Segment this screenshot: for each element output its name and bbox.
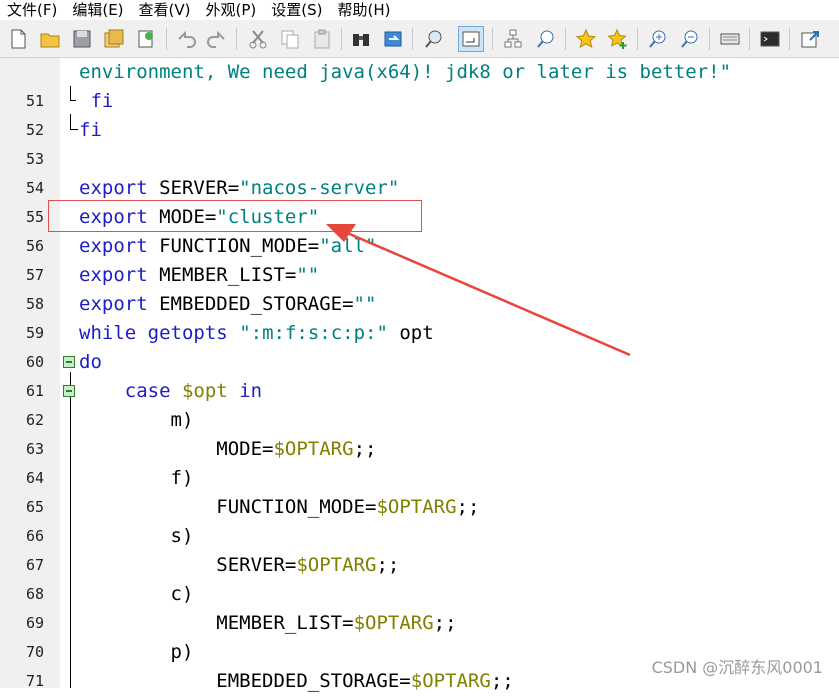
watermark: CSDN @沉醉东风0001: [651, 658, 823, 677]
annotation-arrow-icon: [326, 224, 631, 357]
